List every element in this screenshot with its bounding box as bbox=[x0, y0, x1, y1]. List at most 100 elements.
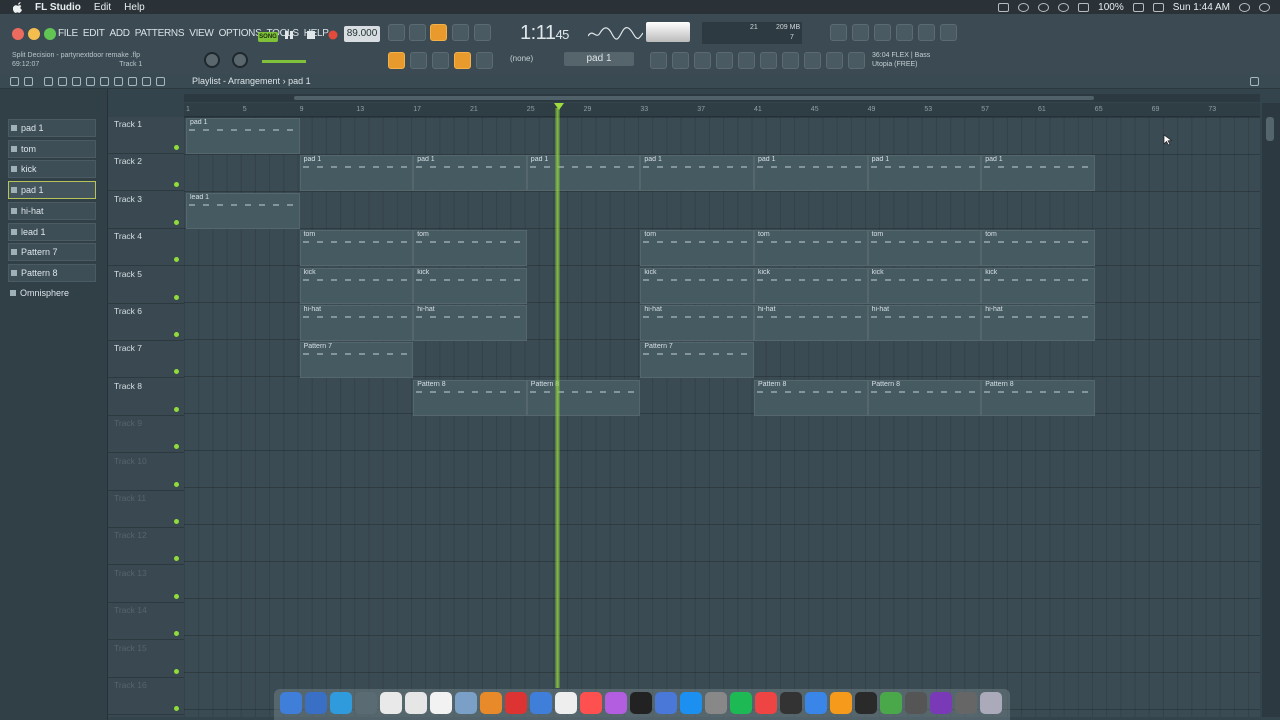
volume-icon[interactable] bbox=[1078, 2, 1090, 12]
channel-rack-icon[interactable] bbox=[672, 52, 689, 69]
dock-app-icon[interactable] bbox=[855, 692, 877, 714]
dock-app-icon[interactable] bbox=[680, 692, 702, 714]
tempo-display[interactable]: 89.000 bbox=[344, 26, 380, 42]
track-enable-led[interactable] bbox=[174, 257, 179, 263]
pattern-clip[interactable]: Pattern 8 bbox=[981, 379, 1095, 416]
save-icon[interactable] bbox=[896, 24, 913, 41]
pattern-clip[interactable]: Pattern 7 bbox=[640, 342, 754, 379]
mute-tool-icon[interactable] bbox=[86, 77, 95, 86]
pattern-clip[interactable]: hi-hat bbox=[299, 305, 414, 341]
track-enable-led[interactable] bbox=[174, 332, 179, 337]
dock-app-icon[interactable] bbox=[755, 692, 777, 714]
touch-icon[interactable] bbox=[804, 52, 821, 69]
minimize-window-button[interactable] bbox=[28, 28, 40, 40]
tools-icon[interactable] bbox=[830, 24, 847, 41]
browser-item[interactable]: hi-hat bbox=[8, 201, 96, 220]
track-header[interactable]: Track 16 bbox=[108, 678, 184, 715]
track-header[interactable]: Track 12 bbox=[108, 528, 184, 566]
stamp-icon[interactable] bbox=[476, 52, 493, 69]
menu-view[interactable]: VIEW bbox=[189, 28, 214, 39]
track-header[interactable]: Track 15 bbox=[108, 641, 184, 678]
dock-app-icon[interactable] bbox=[980, 692, 1002, 714]
spotlight-icon[interactable] bbox=[1239, 2, 1250, 12]
track-header[interactable]: Track 13 bbox=[108, 566, 184, 603]
track-header[interactable]: Track 4 bbox=[108, 229, 184, 267]
pattern-clip[interactable]: Pattern 8 bbox=[413, 379, 527, 416]
dock-app-icon[interactable] bbox=[280, 692, 302, 714]
dock-app-icon[interactable] bbox=[330, 692, 352, 714]
pattern-clip[interactable]: pad 1 bbox=[640, 155, 754, 192]
track-enable-led[interactable] bbox=[174, 481, 179, 487]
pattern-clip[interactable]: kick bbox=[754, 267, 868, 304]
bluetooth-icon[interactable] bbox=[1018, 2, 1030, 12]
plugin-icon[interactable] bbox=[918, 24, 935, 41]
pattern-clip[interactable]: hi-hat bbox=[640, 305, 754, 341]
pattern-clip[interactable]: hi-hat bbox=[413, 305, 527, 341]
pattern-clip[interactable]: kick bbox=[981, 267, 1095, 304]
browser-item[interactable]: tom bbox=[8, 139, 96, 158]
zoom-window-button[interactable] bbox=[44, 28, 56, 40]
track-header[interactable]: Track 10 bbox=[108, 454, 184, 491]
track-header[interactable]: Track 11 bbox=[108, 491, 184, 528]
pattern-clip[interactable]: kick bbox=[867, 267, 982, 304]
dock-app-icon[interactable] bbox=[830, 692, 852, 714]
zoom-tool-icon[interactable] bbox=[142, 77, 151, 86]
dock-app-icon[interactable] bbox=[430, 692, 452, 714]
pattern-clip[interactable]: kick bbox=[640, 267, 754, 304]
pattern-clip[interactable]: tom bbox=[640, 230, 754, 267]
track-header[interactable]: Track 6 bbox=[108, 304, 184, 341]
pointer-icon[interactable] bbox=[826, 52, 843, 69]
track-enable-led[interactable] bbox=[174, 706, 179, 711]
flag-icon[interactable] bbox=[760, 52, 777, 69]
dock-app-icon[interactable] bbox=[530, 692, 552, 714]
dock-app-icon[interactable] bbox=[930, 692, 952, 714]
apple-icon[interactable] bbox=[13, 1, 23, 13]
siri-icon[interactable] bbox=[1259, 2, 1270, 12]
menu-options[interactable]: OPTIONS bbox=[219, 28, 262, 39]
user-icon[interactable] bbox=[1152, 2, 1164, 12]
loop-record-icon[interactable] bbox=[474, 24, 491, 41]
clock-icon[interactable] bbox=[1038, 2, 1050, 12]
browser-icon[interactable] bbox=[716, 52, 733, 69]
pattern-clip[interactable]: tom bbox=[981, 230, 1095, 267]
track-header[interactable]: Track 7 bbox=[108, 341, 184, 379]
minimize-icon[interactable] bbox=[1238, 77, 1247, 86]
menu-help[interactable]: Help bbox=[124, 2, 145, 13]
pattern-selector[interactable]: pad 1 bbox=[564, 52, 634, 66]
dock-app-icon[interactable] bbox=[480, 692, 502, 714]
track-enable-led[interactable] bbox=[174, 406, 179, 412]
pattern-clip[interactable]: hi-hat bbox=[867, 305, 982, 341]
track-enable-led[interactable] bbox=[174, 369, 179, 375]
pattern-clip[interactable]: tom bbox=[754, 230, 868, 267]
dock-app-icon[interactable] bbox=[730, 692, 752, 714]
horizontal-scrollbar[interactable] bbox=[184, 94, 1260, 102]
link-icon[interactable] bbox=[454, 52, 471, 69]
record-icon[interactable] bbox=[326, 29, 340, 41]
track-header[interactable]: Track 5 bbox=[108, 267, 184, 304]
draw-tool-icon[interactable] bbox=[44, 77, 53, 86]
paint-tool-icon[interactable] bbox=[58, 77, 67, 86]
refresh-icon[interactable] bbox=[808, 24, 825, 41]
track-header[interactable]: Track 2 bbox=[108, 154, 184, 192]
pattern-clip[interactable]: pad 1 bbox=[754, 155, 868, 192]
magnet-icon[interactable] bbox=[24, 77, 33, 86]
dock-app-icon[interactable] bbox=[630, 692, 652, 714]
pattern-clip[interactable]: pad 1 bbox=[299, 155, 414, 192]
blend-notes-icon[interactable] bbox=[452, 24, 469, 41]
pattern-clip[interactable]: Pattern 8 bbox=[867, 379, 982, 416]
screen-icon[interactable] bbox=[998, 2, 1010, 12]
track-header[interactable]: Track 14 bbox=[108, 603, 184, 641]
mixer-icon[interactable] bbox=[694, 52, 711, 69]
dock-app-icon[interactable] bbox=[605, 692, 627, 714]
close-window-button[interactable] bbox=[12, 28, 24, 40]
dock-app-icon[interactable] bbox=[880, 692, 902, 714]
delete-tool-icon[interactable] bbox=[72, 77, 81, 86]
browser-item[interactable]: Pattern 8 bbox=[8, 263, 96, 282]
playlist-titlebar[interactable]: Playlist - Arrangement › pad 1 bbox=[0, 74, 1280, 89]
dock-app-icon[interactable] bbox=[455, 692, 477, 714]
pattern-clip[interactable]: tom bbox=[867, 230, 982, 267]
track-enable-led[interactable] bbox=[174, 182, 179, 188]
pencil-icon[interactable] bbox=[432, 52, 449, 69]
clock-label[interactable]: Sun 1:44 AM bbox=[1173, 2, 1230, 13]
browser-item[interactable]: kick bbox=[8, 160, 96, 179]
